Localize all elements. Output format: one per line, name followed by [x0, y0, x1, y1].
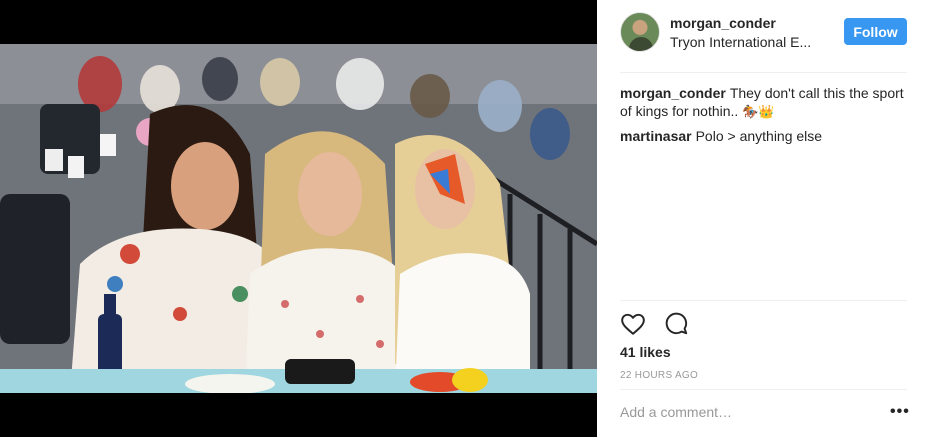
post-timestamp[interactable]: 22 HOURS AGO: [620, 370, 698, 381]
avatar-figure: [629, 37, 653, 51]
heart-icon[interactable]: [620, 311, 646, 337]
user-avatar[interactable]: [620, 12, 660, 52]
post-actions: [620, 311, 704, 337]
add-comment-input[interactable]: [620, 404, 870, 420]
comment-text: Polo > anything else: [695, 128, 823, 144]
likes-count[interactable]: 41 likes: [620, 344, 671, 360]
comment-username[interactable]: morgan_conder: [620, 85, 726, 101]
divider: [620, 389, 907, 390]
post-photo[interactable]: [0, 44, 597, 393]
divider: [620, 72, 907, 73]
comment-bubble-icon[interactable]: [664, 311, 690, 337]
comment-item: martinasar Polo > anything else: [620, 127, 907, 145]
post-media[interactable]: [0, 0, 597, 437]
divider: [620, 300, 907, 301]
header-location[interactable]: Tryon International E...: [670, 34, 825, 50]
comment-emoji: 🏇👑: [742, 104, 775, 119]
comment-list: morgan_conder They don't call this the sp…: [620, 84, 907, 151]
header-username[interactable]: morgan_conder: [670, 15, 776, 31]
follow-button[interactable]: Follow: [844, 18, 907, 45]
more-options-icon[interactable]: •••: [890, 404, 910, 420]
post-side-panel: morgan_conder Tryon International E... F…: [597, 0, 925, 437]
comment-item: morgan_conder They don't call this the sp…: [620, 84, 907, 121]
photo-illustration: [0, 44, 597, 393]
post-header: morgan_conder Tryon International E... F…: [597, 0, 925, 72]
comment-username[interactable]: martinasar: [620, 128, 692, 144]
